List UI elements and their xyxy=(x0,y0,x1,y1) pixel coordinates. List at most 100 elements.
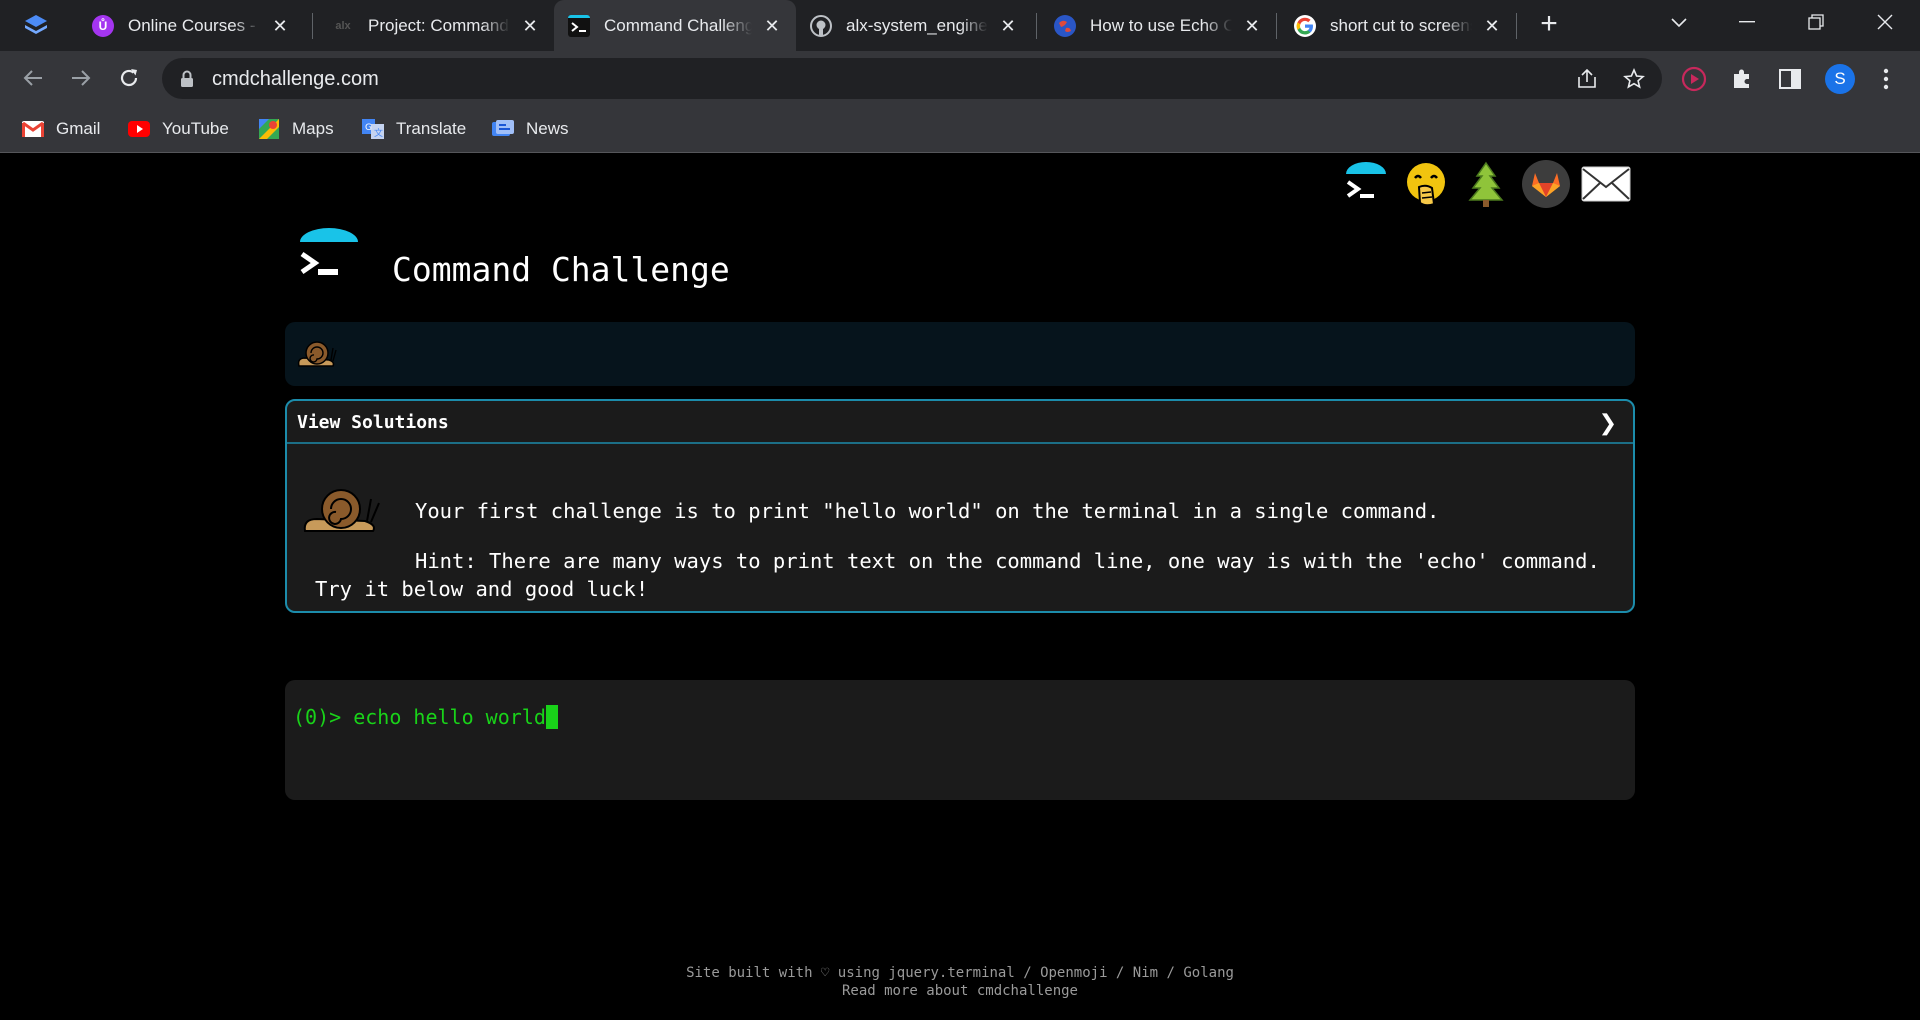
tab-search-button[interactable] xyxy=(1659,6,1699,38)
face-hand-over-mouth-icon xyxy=(1407,163,1445,207)
lock-icon xyxy=(181,70,193,87)
tab-project-command-line[interactable]: alx Project: Command line ✕ xyxy=(318,0,554,51)
browser-menu-button[interactable] xyxy=(1872,65,1900,93)
minimize-button[interactable] xyxy=(1727,6,1767,38)
forward-button[interactable] xyxy=(66,63,96,93)
url-text: cmdchallenge.com xyxy=(212,68,379,90)
new-tab-button[interactable]: + xyxy=(1534,9,1564,40)
bookmark-label: Maps xyxy=(292,119,334,138)
challenge-description: Your first challenge is to print "hello … xyxy=(315,497,1615,603)
profile-avatar[interactable]: S xyxy=(1825,64,1855,94)
tab-how-to-use-echo[interactable]: How to use Echo Command ✕ xyxy=(1040,0,1276,51)
minimize-icon xyxy=(1739,21,1755,23)
star-icon xyxy=(1623,68,1645,89)
close-tab-icon[interactable]: ✕ xyxy=(270,16,290,36)
restore-button[interactable] xyxy=(1796,6,1836,38)
terminal-logo-icon xyxy=(1346,162,1386,198)
browser-toolbar: cmdchallenge.com S xyxy=(0,51,1920,106)
site-footer: Site built with ♡ using jquery.terminal … xyxy=(0,964,1920,1000)
close-tab-icon[interactable]: ✕ xyxy=(998,16,1018,36)
view-solutions-toggle[interactable]: View Solutions ❯ xyxy=(287,401,1633,444)
tab-separator xyxy=(1036,13,1037,39)
window-close-button[interactable] xyxy=(1865,6,1905,38)
bookmark-news[interactable]: News xyxy=(492,117,569,141)
tab-title: alx-system_engineering xyxy=(846,15,988,35)
app-launcher-button[interactable] xyxy=(22,12,50,40)
close-tab-icon[interactable]: ✕ xyxy=(762,16,782,36)
envelope-icon xyxy=(1581,166,1631,202)
email-link[interactable] xyxy=(1580,158,1632,210)
page-title: Command Challenge xyxy=(392,250,730,289)
bookmark-maps[interactable]: Maps xyxy=(258,117,334,141)
terminal-icon xyxy=(568,14,590,37)
terminal-logo-icon xyxy=(300,228,358,275)
svg-text:文: 文 xyxy=(374,127,383,139)
arrow-left-icon xyxy=(23,70,42,86)
alx-icon: alx xyxy=(335,19,351,32)
close-tab-icon[interactable]: ✕ xyxy=(1482,16,1502,36)
github-icon xyxy=(810,14,832,37)
google-icon xyxy=(1294,14,1316,37)
progress-banner xyxy=(285,322,1635,386)
udemy-icon: Ů xyxy=(92,14,114,37)
bookmark-label: News xyxy=(526,119,569,138)
hint-text: Hint: There are many ways to print text … xyxy=(315,549,1613,601)
tab-separator xyxy=(1516,13,1517,39)
bookmark-gmail[interactable]: Gmail xyxy=(22,117,100,141)
read-more-link[interactable]: Read more about cmdchallenge xyxy=(0,982,1920,1000)
restore-icon xyxy=(1808,14,1824,30)
svg-text:G: G xyxy=(365,123,372,133)
more-vertical-icon xyxy=(1883,68,1889,90)
tab-title: Command Challenge xyxy=(604,15,752,35)
cmdchallenge-home-link[interactable] xyxy=(1340,158,1392,210)
terminal-cursor xyxy=(545,705,558,729)
terminal-command[interactable]: echo hello world xyxy=(353,705,546,729)
site-logo[interactable] xyxy=(298,228,360,294)
gitlab-icon xyxy=(1522,160,1570,208)
tab-short-cut-to-screenshot[interactable]: short cut to screenshot ✕ xyxy=(1280,0,1516,51)
share-button[interactable] xyxy=(1575,67,1599,91)
terminal[interactable]: (0)> echo hello world xyxy=(285,680,1635,800)
bookmark-translate[interactable]: G文 Translate xyxy=(362,117,466,141)
back-button[interactable] xyxy=(18,63,48,93)
puzzle-icon xyxy=(1734,69,1749,88)
bookmark-youtube[interactable]: YouTube xyxy=(128,117,229,141)
tab-alx-system-engineering[interactable]: alx-system_engineering ✕ xyxy=(796,0,1032,51)
maps-icon xyxy=(258,119,280,139)
bookmark-star-button[interactable] xyxy=(1622,67,1646,91)
side-panel-button[interactable] xyxy=(1776,65,1804,93)
reload-icon xyxy=(120,69,138,87)
hand-over-mouth-link[interactable] xyxy=(1400,158,1452,210)
tree-link[interactable] xyxy=(1460,158,1512,210)
extension-record-button[interactable] xyxy=(1680,65,1708,93)
tab-online-courses[interactable]: Ů Online Courses - Learn ✕ xyxy=(78,0,304,51)
record-icon xyxy=(1681,66,1707,92)
challenge-panel: View Solutions ❯ Your first challenge is… xyxy=(285,399,1635,613)
tab-separator xyxy=(1276,13,1277,39)
gitlab-link[interactable] xyxy=(1520,158,1572,210)
tab-title: How to use Echo Command xyxy=(1090,15,1232,35)
reload-button[interactable] xyxy=(114,63,144,93)
bookmarks-bar: Gmail YouTube Maps G文 Translate News xyxy=(0,106,1920,153)
challenge-text: Your first challenge is to print "hello … xyxy=(415,499,1440,523)
translate-icon: G文 xyxy=(362,119,384,139)
tab-command-challenge[interactable]: Command Challenge ✕ xyxy=(554,0,796,51)
close-tab-icon[interactable]: ✕ xyxy=(520,16,540,36)
bookmark-label: YouTube xyxy=(162,119,229,138)
tab-title: short cut to screenshot xyxy=(1330,15,1472,35)
address-bar[interactable]: cmdchallenge.com xyxy=(162,58,1662,99)
tab-separator xyxy=(312,13,313,39)
youtube-icon xyxy=(128,119,150,139)
page-content: Command Challenge View Solutions ❯ Your … xyxy=(0,154,1920,1020)
chevron-down-icon xyxy=(1671,18,1687,28)
tab-title: Online Courses - Learn xyxy=(128,15,260,35)
close-icon xyxy=(1877,14,1893,30)
stack-logo-icon xyxy=(25,15,47,34)
close-tab-icon[interactable]: ✕ xyxy=(1242,16,1262,36)
gmail-icon xyxy=(22,119,44,139)
chevron-right-icon: ❯ xyxy=(1598,411,1617,436)
terminal-prompt: (0)> xyxy=(293,705,354,729)
extensions-button[interactable] xyxy=(1728,65,1756,93)
browser-tab-strip: Ů Online Courses - Learn ✕ alx Project: … xyxy=(0,0,1920,51)
terminal-input-line[interactable]: (0)> echo hello world xyxy=(293,705,558,729)
